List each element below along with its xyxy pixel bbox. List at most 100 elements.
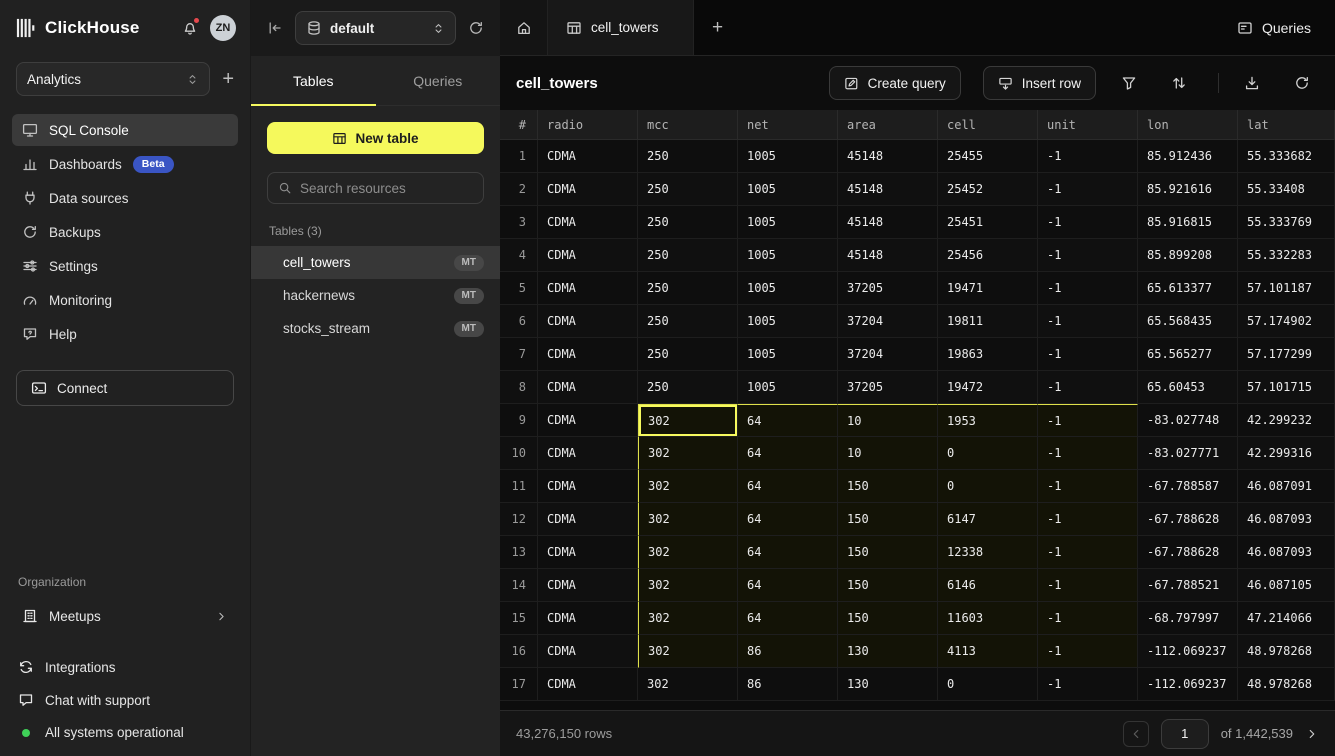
table-cell[interactable]: 64 xyxy=(738,536,838,569)
table-cell[interactable]: CDMA xyxy=(538,206,638,239)
table-cell[interactable]: 65.613377 xyxy=(1138,272,1238,305)
sidebar-item-dashboards[interactable]: Dashboards Beta xyxy=(12,148,238,180)
table-cell[interactable]: -67.788628 xyxy=(1138,536,1238,569)
table-cell[interactable]: 45148 xyxy=(838,140,938,173)
table-cell[interactable]: CDMA xyxy=(538,140,638,173)
table-cell[interactable]: -1 xyxy=(1038,305,1138,338)
notifications-bell-icon[interactable] xyxy=(182,20,198,36)
table-cell[interactable]: 57.101187 xyxy=(1238,272,1335,305)
table-cell[interactable]: 150 xyxy=(838,503,938,536)
table-cell[interactable]: 302 xyxy=(638,503,738,536)
table-cell[interactable]: CDMA xyxy=(538,371,638,404)
column-header-net[interactable]: net xyxy=(738,110,838,140)
refresh-tables-icon[interactable] xyxy=(468,20,484,36)
table-cell[interactable]: 37204 xyxy=(838,338,938,371)
table-cell[interactable]: 1005 xyxy=(738,305,838,338)
table-cell[interactable]: 25455 xyxy=(938,140,1038,173)
column-header-area[interactable]: area xyxy=(838,110,938,140)
refresh-data-button[interactable] xyxy=(1285,66,1319,100)
filter-button[interactable] xyxy=(1112,66,1146,100)
new-tab-button[interactable]: + xyxy=(694,0,742,55)
previous-page-button[interactable] xyxy=(1123,721,1149,747)
column-header-rownum[interactable]: # xyxy=(500,110,538,140)
table-cell[interactable]: 250 xyxy=(638,173,738,206)
table-cell[interactable]: 46.087091 xyxy=(1238,470,1335,503)
table-cell[interactable]: 302 xyxy=(638,536,738,569)
table-cell[interactable]: 150 xyxy=(838,470,938,503)
tab-queries[interactable]: Queries xyxy=(376,56,501,105)
add-service-button[interactable]: + xyxy=(222,69,234,89)
column-header-lon[interactable]: lon xyxy=(1138,110,1238,140)
table-cell[interactable]: 302 xyxy=(638,470,738,503)
table-cell[interactable]: 46.087105 xyxy=(1238,569,1335,602)
clickhouse-logo[interactable]: ClickHouse xyxy=(16,18,140,38)
row-number[interactable]: 13 xyxy=(500,536,538,569)
table-cell[interactable]: -1 xyxy=(1038,173,1138,206)
row-number[interactable]: 5 xyxy=(500,272,538,305)
table-cell[interactable]: 25452 xyxy=(938,173,1038,206)
sidebar-item-data-sources[interactable]: Data sources xyxy=(12,182,238,214)
table-cell[interactable]: 46.087093 xyxy=(1238,503,1335,536)
table-cell[interactable]: -1 xyxy=(1038,371,1138,404)
table-cell[interactable]: 85.921616 xyxy=(1138,173,1238,206)
table-cell[interactable]: 65.60453 xyxy=(1138,371,1238,404)
table-cell[interactable]: 45148 xyxy=(838,206,938,239)
create-query-button[interactable]: Create query xyxy=(829,66,961,100)
table-cell[interactable]: 150 xyxy=(838,569,938,602)
table-cell[interactable]: -83.027771 xyxy=(1138,437,1238,470)
table-cell[interactable]: 42.299232 xyxy=(1238,404,1335,437)
next-page-button[interactable] xyxy=(1305,727,1319,741)
table-cell[interactable]: 45148 xyxy=(838,239,938,272)
table-list-item-cell-towers[interactable]: cell_towers MT xyxy=(251,246,500,279)
table-cell[interactable]: 302 xyxy=(638,635,738,668)
table-cell[interactable]: 130 xyxy=(838,668,938,701)
column-header-lat[interactable]: lat xyxy=(1238,110,1335,140)
table-cell[interactable]: 250 xyxy=(638,338,738,371)
table-cell[interactable]: 85.899208 xyxy=(1138,239,1238,272)
table-cell[interactable]: CDMA xyxy=(538,239,638,272)
table-cell[interactable]: 47.214066 xyxy=(1238,602,1335,635)
table-cell[interactable]: 57.101715 xyxy=(1238,371,1335,404)
table-cell[interactable]: CDMA xyxy=(538,437,638,470)
table-cell[interactable]: 1005 xyxy=(738,173,838,206)
table-cell[interactable]: 12338 xyxy=(938,536,1038,569)
table-cell[interactable]: 11603 xyxy=(938,602,1038,635)
tab-tables[interactable]: Tables xyxy=(251,56,376,105)
table-cell[interactable]: 25451 xyxy=(938,206,1038,239)
system-status[interactable]: All systems operational xyxy=(18,725,232,740)
table-cell[interactable]: CDMA xyxy=(538,272,638,305)
table-cell[interactable]: 250 xyxy=(638,239,738,272)
table-cell[interactable]: 19863 xyxy=(938,338,1038,371)
table-cell[interactable]: 0 xyxy=(938,470,1038,503)
row-number[interactable]: 9 xyxy=(500,404,538,437)
page-number-input[interactable] xyxy=(1161,719,1209,749)
row-number[interactable]: 10 xyxy=(500,437,538,470)
table-cell[interactable]: -67.788628 xyxy=(1138,503,1238,536)
table-cell[interactable]: -1 xyxy=(1038,239,1138,272)
table-cell[interactable]: 19472 xyxy=(938,371,1038,404)
table-cell[interactable]: -68.797997 xyxy=(1138,602,1238,635)
table-cell[interactable]: 57.174902 xyxy=(1238,305,1335,338)
table-cell[interactable]: 130 xyxy=(838,635,938,668)
home-tab[interactable] xyxy=(500,0,548,55)
table-cell[interactable]: 55.333769 xyxy=(1238,206,1335,239)
row-number[interactable]: 1 xyxy=(500,140,538,173)
row-number[interactable]: 3 xyxy=(500,206,538,239)
table-cell[interactable]: 86 xyxy=(738,668,838,701)
table-cell[interactable]: 250 xyxy=(638,371,738,404)
table-cell[interactable]: 6147 xyxy=(938,503,1038,536)
table-cell[interactable]: CDMA xyxy=(538,404,638,437)
table-cell[interactable]: 250 xyxy=(638,305,738,338)
table-cell[interactable]: 302 xyxy=(638,569,738,602)
table-cell[interactable]: -1 xyxy=(1038,602,1138,635)
table-cell[interactable]: -112.069237 xyxy=(1138,668,1238,701)
table-cell[interactable]: -1 xyxy=(1038,668,1138,701)
table-cell[interactable]: 55.332283 xyxy=(1238,239,1335,272)
table-cell[interactable]: -67.788521 xyxy=(1138,569,1238,602)
table-cell[interactable]: -1 xyxy=(1038,470,1138,503)
table-cell[interactable]: -1 xyxy=(1038,206,1138,239)
workspace-selector[interactable]: Analytics xyxy=(16,62,210,96)
table-cell[interactable]: CDMA xyxy=(538,569,638,602)
table-cell[interactable]: -1 xyxy=(1038,437,1138,470)
table-cell[interactable]: 85.912436 xyxy=(1138,140,1238,173)
